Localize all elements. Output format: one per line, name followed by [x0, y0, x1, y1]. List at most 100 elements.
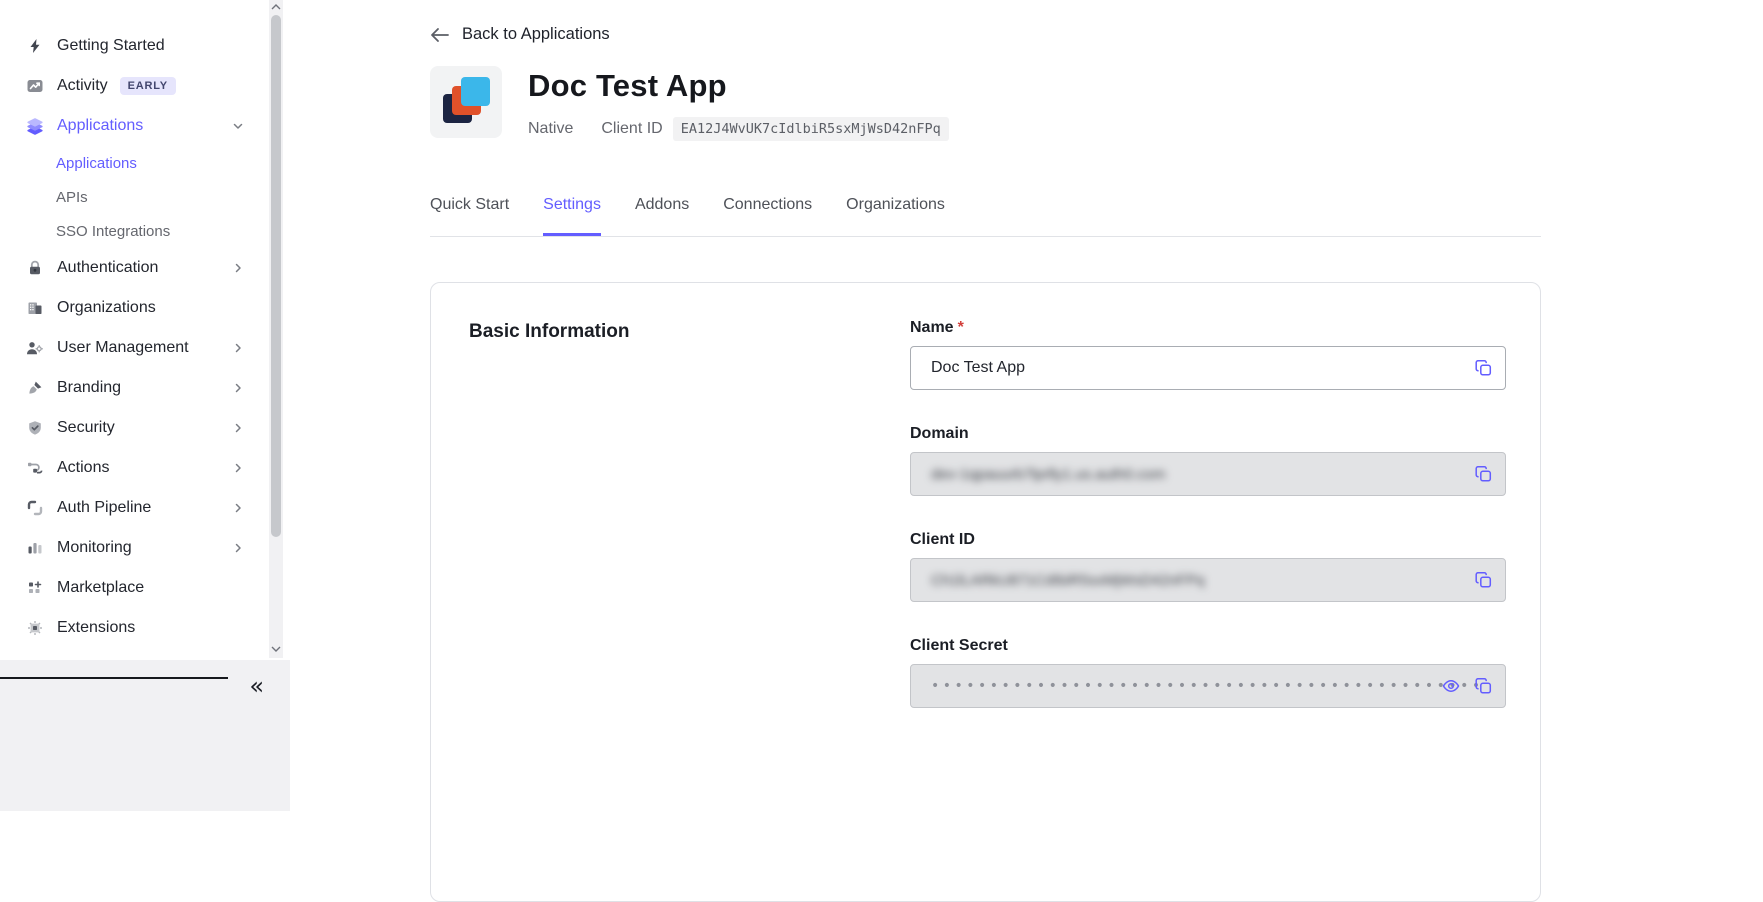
- sidebar-subitem-label: SSO Integrations: [56, 223, 170, 240]
- sidebar-item-label: Activity: [57, 77, 108, 95]
- sidebar-item-security[interactable]: Security: [0, 408, 290, 448]
- sidebar-item-organizations[interactable]: Organizations: [0, 288, 290, 328]
- sidebar-item-label: Monitoring: [57, 539, 132, 557]
- chevron-right-icon: [232, 422, 244, 434]
- shield-check-icon: [25, 420, 44, 436]
- sidebar-item-label: Security: [57, 419, 115, 437]
- sidebar-item-extensions[interactable]: Extensions: [0, 608, 290, 648]
- sidebar-item-authentication[interactable]: Authentication: [0, 248, 290, 288]
- sidebar-subitem-label: Applications: [56, 155, 137, 172]
- scroll-down-arrow-icon[interactable]: [271, 646, 281, 652]
- basic-information-fields: Name* Domain dev-1qpauurb7lprlly1.us.aut…: [910, 319, 1506, 708]
- scrollbar-thumb[interactable]: [271, 15, 281, 537]
- client-secret-value-field: ••••••••••••••••••••••••••••••••••••••••…: [910, 664, 1506, 708]
- scroll-up-arrow-icon[interactable]: [271, 4, 281, 10]
- tab-organizations[interactable]: Organizations: [846, 196, 945, 236]
- copy-name-button[interactable]: [1473, 358, 1494, 379]
- sidebar-item-label: Branding: [57, 379, 121, 397]
- sidebar-item-label: Organizations: [57, 299, 156, 317]
- domain-redacted-value: dev-1qpauurb7lprlly1.us.auth0.com: [931, 466, 1165, 483]
- layers-icon: [25, 118, 44, 135]
- client-id-label: Client ID: [601, 120, 662, 138]
- chevron-right-icon: [232, 542, 244, 554]
- chevron-down-icon: [232, 120, 244, 132]
- tab-settings[interactable]: Settings: [543, 196, 601, 236]
- sidebar-item-activity[interactable]: Activity EARLY: [0, 66, 290, 106]
- collapse-sidebar-button[interactable]: «: [249, 674, 264, 698]
- copy-icon: [1475, 572, 1492, 589]
- sidebar-item-label: Applications: [57, 117, 143, 135]
- lightning-icon: [25, 38, 44, 54]
- copy-domain-button[interactable]: [1473, 464, 1494, 485]
- tab-quick-start[interactable]: Quick Start: [430, 196, 509, 236]
- back-link-label: Back to Applications: [462, 25, 610, 44]
- copy-icon: [1475, 678, 1492, 695]
- client-id-value-field: Ch1lLARkU871CdIbiR5sxMjWsD42nFPq: [910, 558, 1506, 602]
- sidebar-item-marketplace[interactable]: Marketplace: [0, 568, 290, 608]
- domain-value-field: dev-1qpauurb7lprlly1.us.auth0.com: [910, 452, 1506, 496]
- sidebar-item-label: Auth Pipeline: [57, 499, 151, 517]
- sidebar-scrollbar[interactable]: [269, 0, 283, 658]
- client-id-badge[interactable]: EA12J4WvUK7cIdlbiR5sxMjWsD42nFPq: [673, 117, 949, 141]
- flow-icon: [25, 460, 44, 476]
- tab-connections[interactable]: Connections: [723, 196, 812, 236]
- page-title: Doc Test App: [528, 68, 949, 104]
- sidebar-subitem-sso-integrations[interactable]: SSO Integrations: [0, 214, 290, 248]
- required-asterisk: *: [958, 319, 964, 336]
- sidebar-item-label: Authentication: [57, 259, 158, 277]
- user-gear-icon: [25, 340, 44, 356]
- tab-addons[interactable]: Addons: [635, 196, 689, 236]
- client-id-field-group: Client ID Ch1lLARkU871CdIbiR5sxMjWsD42nF…: [910, 531, 1506, 602]
- settings-card: Basic Information Name* Domain dev-1qpau…: [430, 282, 1541, 902]
- section-title: Basic Information: [469, 321, 629, 343]
- name-label: Name*: [910, 319, 1506, 337]
- sidebar-item-label: User Management: [57, 339, 189, 357]
- footer-divider: [0, 677, 228, 679]
- sidebar-subitem-apis[interactable]: APIs: [0, 180, 290, 214]
- sidebar-item-actions[interactable]: Actions: [0, 448, 290, 488]
- sidebar-item-label: Marketplace: [57, 579, 144, 597]
- sidebar-item-applications[interactable]: Applications: [0, 106, 290, 146]
- sidebar-footer: «: [0, 660, 290, 811]
- client-secret-field-group: Client Secret ••••••••••••••••••••••••••…: [910, 637, 1506, 708]
- sidebar-subitem-applications[interactable]: Applications: [0, 146, 290, 180]
- sidebar-item-auth-pipeline[interactable]: Auth Pipeline: [0, 488, 290, 528]
- main-content: Back to Applications Doc Test App Native…: [290, 0, 1763, 811]
- app-logo: [430, 66, 502, 138]
- sidebar-item-label: Getting Started: [57, 37, 165, 55]
- sidebar: Getting Started Activity EARLY Applicati…: [0, 0, 290, 811]
- chip-icon: [25, 620, 44, 636]
- copy-icon: [1475, 360, 1492, 377]
- app-header: Doc Test App Native Client ID EA12J4WvUK…: [430, 66, 949, 141]
- sidebar-item-monitoring[interactable]: Monitoring: [0, 528, 290, 568]
- app-meta: Native Client ID EA12J4WvUK7cIdlbiR5sxMj…: [528, 117, 949, 141]
- back-link[interactable]: Back to Applications: [430, 25, 610, 44]
- sidebar-item-user-management[interactable]: User Management: [0, 328, 290, 368]
- building-icon: [25, 300, 44, 316]
- reveal-client-secret-button[interactable]: [1440, 677, 1462, 695]
- sidebar-item-getting-started[interactable]: Getting Started: [0, 26, 290, 66]
- grid-plus-icon: [25, 580, 44, 596]
- chevron-right-icon: [232, 382, 244, 394]
- tab-bar: Quick Start Settings Addons Connections …: [430, 196, 1541, 237]
- copy-client-secret-button[interactable]: [1473, 676, 1494, 697]
- name-field-group: Name*: [910, 319, 1506, 390]
- chevron-right-icon: [232, 462, 244, 474]
- back-arrow-icon: [430, 27, 449, 43]
- domain-field-group: Domain dev-1qpauurb7lprlly1.us.auth0.com: [910, 425, 1506, 496]
- name-input[interactable]: [910, 346, 1506, 390]
- client-secret-masked-value: ••••••••••••••••••••••••••••••••••••••••…: [931, 679, 1484, 693]
- activity-chart-icon: [25, 78, 44, 94]
- sidebar-item-branding[interactable]: Branding: [0, 368, 290, 408]
- sidebar-item-label: Actions: [57, 459, 109, 477]
- client-id-field-label: Client ID: [910, 531, 1506, 549]
- chevron-right-icon: [232, 262, 244, 274]
- logo-blue-square: [461, 77, 490, 106]
- client-secret-label: Client Secret: [910, 637, 1506, 655]
- paintbrush-icon: [25, 380, 44, 396]
- sidebar-nav: Getting Started Activity EARLY Applicati…: [0, 0, 290, 648]
- domain-label: Domain: [910, 425, 1506, 443]
- copy-client-id-button[interactable]: [1473, 570, 1494, 591]
- sidebar-item-label: Extensions: [57, 619, 135, 637]
- app-type-label: Native: [528, 120, 573, 138]
